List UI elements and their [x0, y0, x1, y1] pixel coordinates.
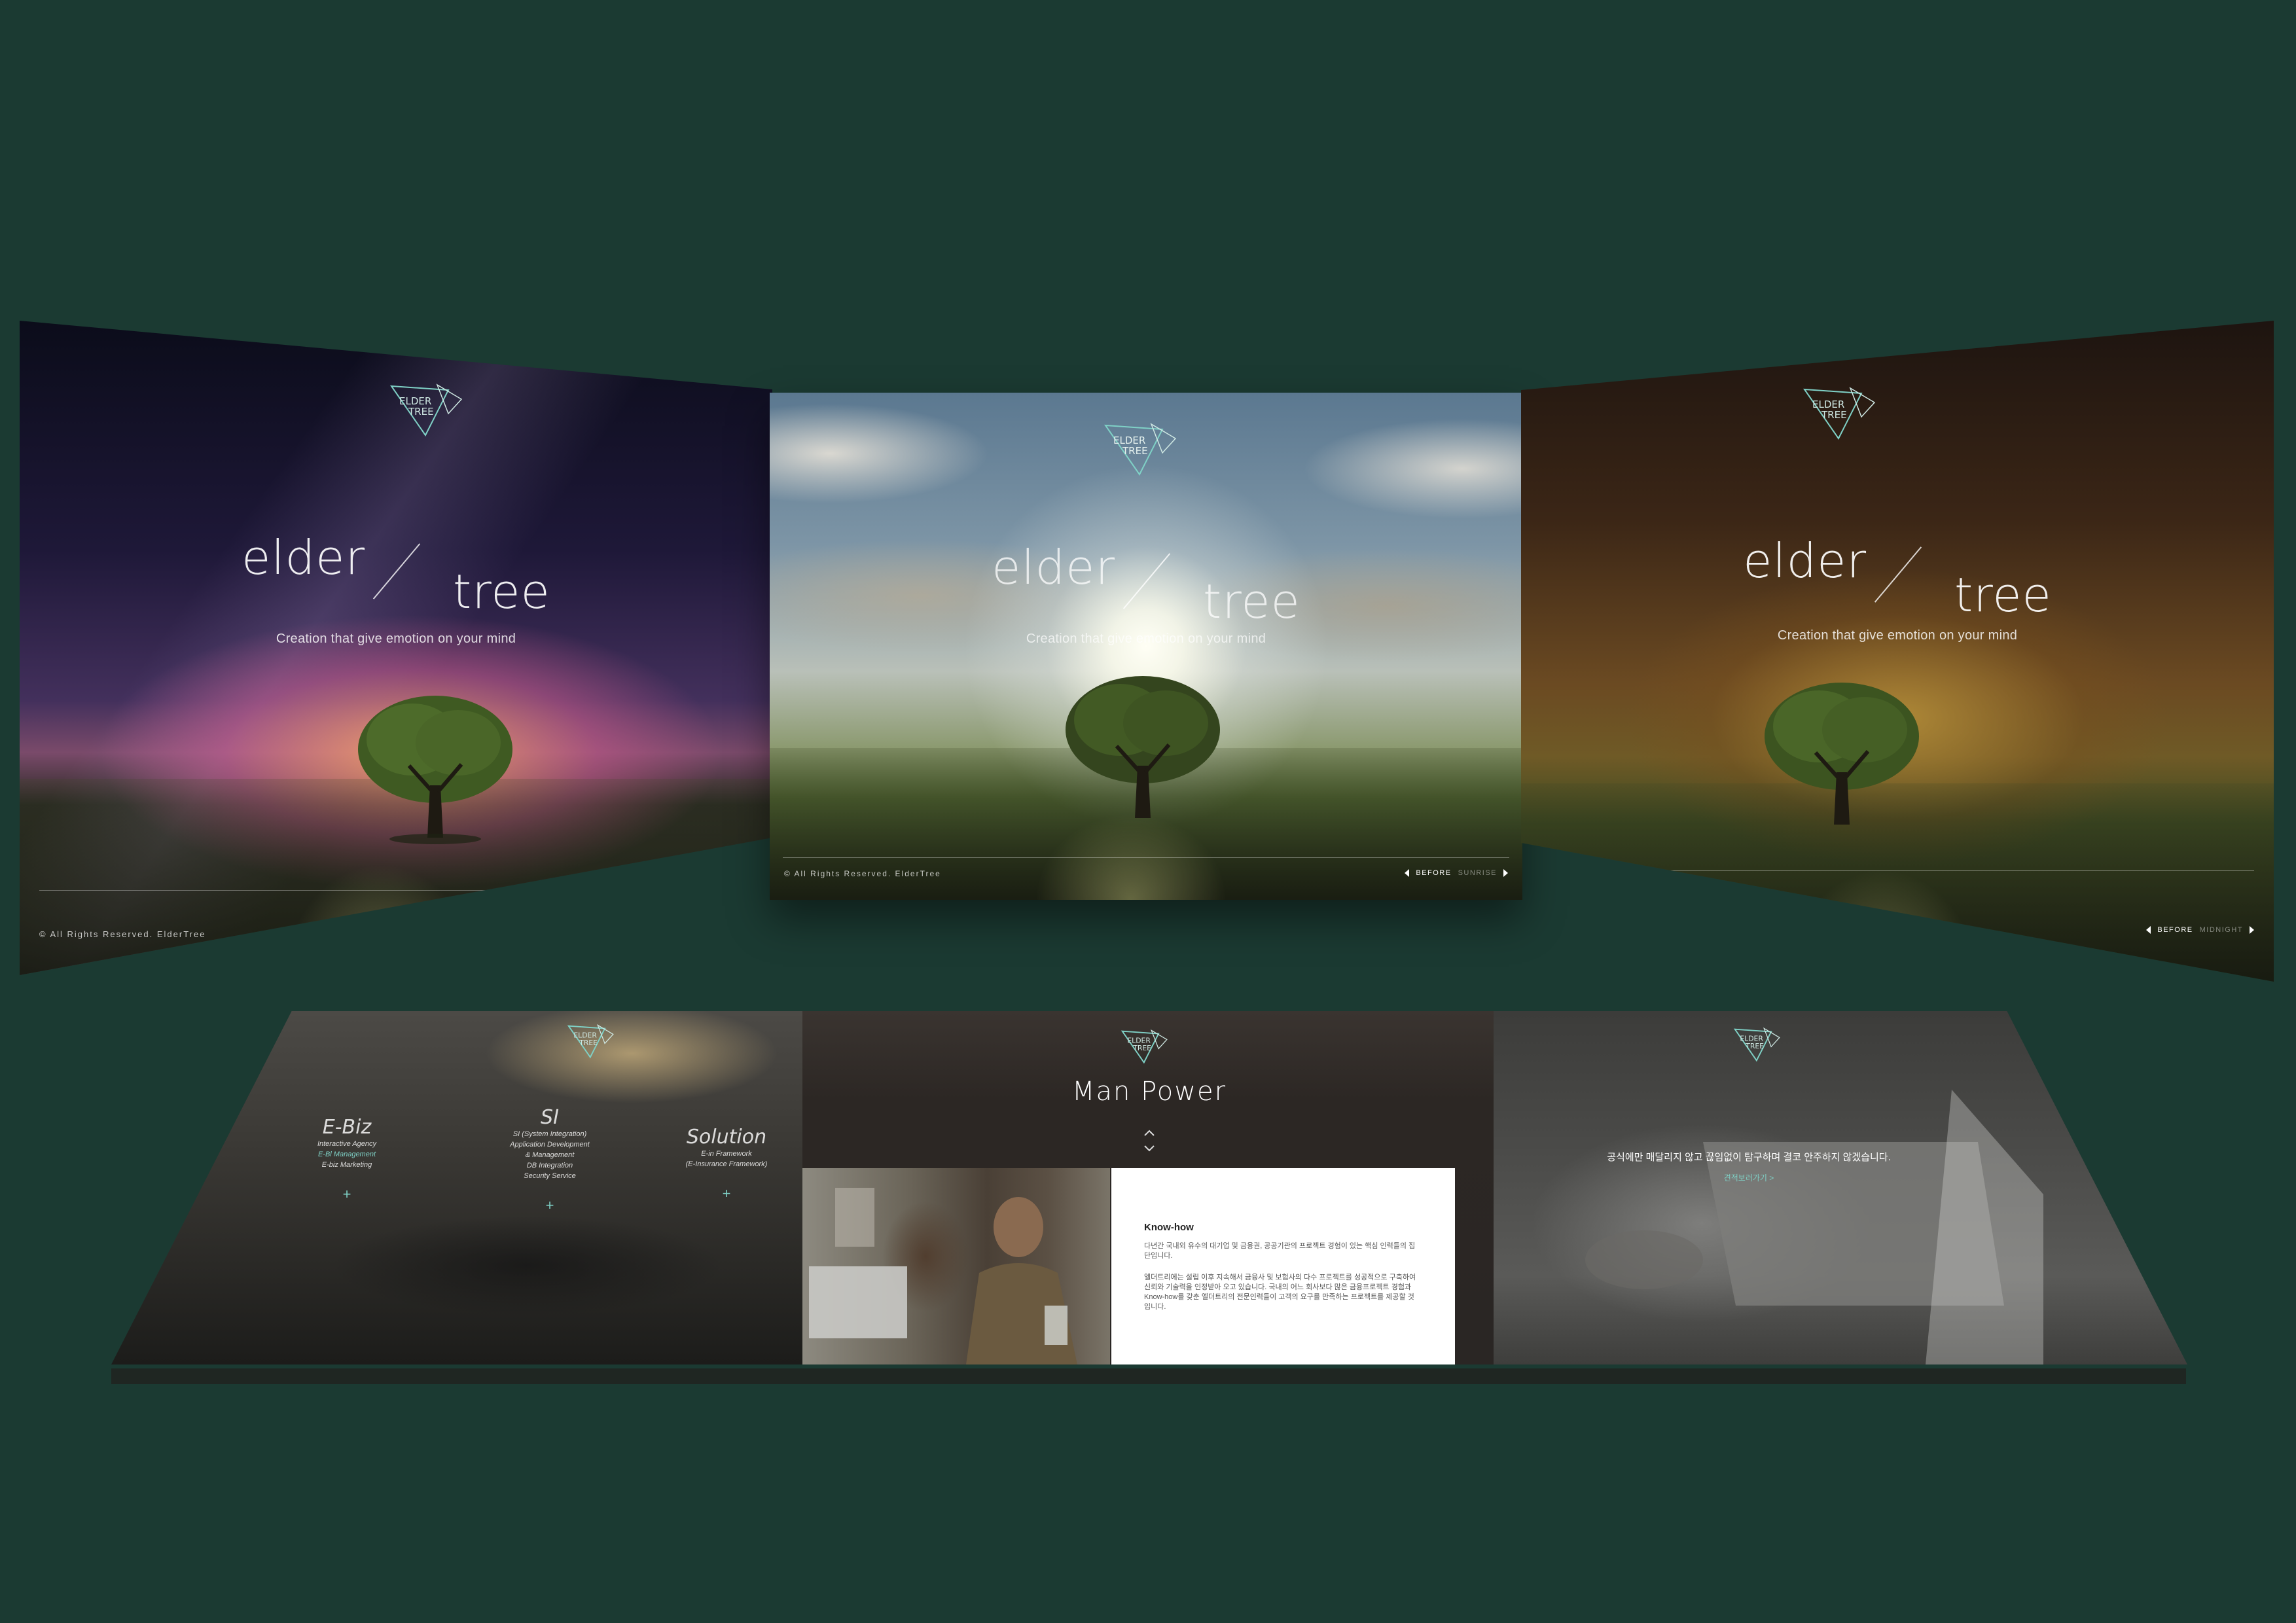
wordmark-tree: tree	[452, 564, 550, 619]
nav-before-label: BEFORE	[672, 874, 708, 882]
service-item: Security Service	[524, 1172, 576, 1180]
service-col-solution[interactable]: Solution E-in Framework (E-Insurance Fra…	[661, 1126, 792, 1202]
expand-plus-icon[interactable]: +	[281, 1186, 412, 1203]
wordmark-tree: tree	[1202, 574, 1300, 629]
copyright-text: © All Rights Reserved. ElderTree	[1529, 874, 1677, 882]
footer-divider	[39, 890, 762, 891]
expand-plus-icon[interactable]: +	[478, 1197, 622, 1214]
knowhow-paragraph-2: 엘더트리에는 설립 이후 지속해서 금융사 및 보험사의 다수 프로젝트를 성공…	[1144, 1274, 1416, 1311]
eldertree-logo-icon: ELDER TREE	[1121, 1029, 1168, 1064]
wordmark: elder tree	[20, 530, 772, 619]
service-item: & Management	[525, 1151, 575, 1159]
tree-image	[1066, 676, 1220, 818]
consultant-photo	[802, 1168, 1110, 1364]
quote-link[interactable]: 견적보러가기 >	[1494, 1172, 2004, 1183]
nav-target-label: MIDNIGHT	[2199, 926, 2243, 934]
wordmark-elder: elder	[242, 530, 366, 585]
tree-image	[1765, 683, 1919, 825]
service-item: E-Bl Management	[317, 1150, 376, 1158]
logo-text-tree: TREE	[1821, 409, 1847, 421]
slide-nav-before[interactable]: BEFORE SUNSET	[661, 874, 761, 882]
wordmark-elder: elder	[1743, 533, 1867, 588]
services-section: ELDER TREE E-Biz Interactive Agency E-Bl…	[111, 1011, 805, 1364]
logo-text-tree: TREE	[1122, 445, 1148, 457]
hero-slide-sunrise: ELDER TREE elder tree Creation that give…	[770, 393, 1522, 900]
service-title: Solution	[686, 1126, 767, 1149]
nav-before-label: BEFORE	[1416, 869, 1452, 877]
next-arrow-icon[interactable]	[1503, 869, 1508, 877]
wordmark-elder: elder	[992, 540, 1116, 595]
eldertree-logo-icon: ELDER TREE	[1803, 387, 1876, 440]
nav-target-label: SUNRISE	[1458, 869, 1497, 877]
expand-plus-icon[interactable]: +	[661, 1185, 792, 1202]
hero-tagline: Creation that give emotion on your mind	[1777, 628, 2018, 643]
eldertree-logo-icon: ELDER TREE	[567, 1024, 614, 1059]
slide-nav-before[interactable]: BEFORE SUNRISE	[1405, 869, 1508, 877]
contact-section: ELDER TREE 공식에만 매달리지 않고 끊임없이 탐구하며 결코 안주하…	[1494, 1011, 2187, 1364]
section-previews: ELDER TREE E-Biz Interactive Agency E-Bl…	[111, 1011, 2187, 1384]
service-item: (E-Insurance Framework)	[685, 1160, 768, 1168]
prev-arrow-icon[interactable]	[2146, 926, 2151, 934]
nav-target-label: SUNSET	[714, 874, 749, 882]
eldertree-logo-icon: ELDER TREE	[389, 383, 463, 437]
logo-text-tree: TREE	[579, 1039, 598, 1047]
footer-divider	[1531, 870, 2254, 871]
wordmark: elder tree	[1521, 533, 2274, 622]
laptop-image	[1585, 1090, 2043, 1364]
floor-edge	[111, 1368, 2186, 1384]
prev-arrow-icon[interactable]	[1405, 869, 1410, 877]
slide-nav-before[interactable]: BEFORE MIDNIGHT	[2146, 926, 2254, 934]
service-item: Application Development	[510, 1141, 590, 1149]
mockup-stage: ELDER TREE elder tree Creation that give…	[0, 0, 2296, 1623]
manpower-section: ELDER TREE Man Power Know-how 다년간 국내외 유수…	[802, 1011, 1496, 1364]
knowhow-title: Know-how	[1144, 1222, 1194, 1233]
service-title: SI	[541, 1106, 559, 1129]
logo-text-tree: TREE	[1132, 1044, 1151, 1052]
hero-slide-sunset: ELDER TREE elder tree Creation that give…	[1521, 321, 2274, 982]
manpower-title: Man Power	[1071, 1077, 1227, 1107]
next-arrow-icon[interactable]	[756, 874, 761, 882]
logo-text-tree: TREE	[408, 406, 434, 418]
service-item: E-biz Marketing	[321, 1161, 372, 1169]
hero-tagline: Creation that give emotion on your mind	[1026, 632, 1266, 646]
knowhow-paragraph-1: 다년간 국내외 유수의 대기업 및 금융권, 공공기관의 프로젝트 경험이 있는…	[1144, 1242, 1416, 1260]
wordmark-tree: tree	[1954, 567, 2052, 622]
eldertree-logo-icon: ELDER TREE	[1103, 423, 1177, 476]
scroll-arrows-icon[interactable]	[1139, 1128, 1159, 1154]
copyright-text: © All Rights Reserved. ElderTree	[784, 869, 941, 878]
wordmark: elder tree	[770, 540, 1522, 629]
service-item: DB Integration	[526, 1162, 573, 1169]
service-col-si[interactable]: SI SI (System Integration) Application D…	[478, 1106, 622, 1214]
contact-statement: 공식에만 매달리지 않고 끊임없이 탐구하며 결코 안주하지 않겠습니다.	[1607, 1152, 1891, 1163]
hero-tagline: Creation that give emotion on your mind	[276, 632, 516, 646]
hero-slide-night: ELDER TREE elder tree Creation that give…	[20, 321, 772, 975]
service-title: E-Biz	[322, 1116, 372, 1139]
footer-divider	[783, 857, 1509, 858]
service-item: Interactive Agency	[317, 1140, 377, 1148]
tree-image	[358, 696, 512, 844]
copyright-text: © All Rights Reserved. ElderTree	[39, 929, 206, 939]
logo-text-tree: TREE	[1745, 1042, 1764, 1050]
prev-arrow-icon[interactable]	[661, 874, 666, 882]
service-col-ebiz[interactable]: E-Biz Interactive Agency E-Bl Management…	[281, 1116, 412, 1203]
service-item: SI (System Integration)	[512, 1130, 587, 1138]
knowhow-card: Know-how 다년간 국내외 유수의 대기업 및 금융권, 공공기관의 프로…	[1111, 1168, 1455, 1364]
eldertree-logo-icon: ELDER TREE	[1733, 1027, 1780, 1062]
service-item: E-in Framework	[701, 1150, 752, 1158]
next-arrow-icon[interactable]	[2250, 926, 2254, 934]
nav-before-label: BEFORE	[2157, 926, 2193, 934]
